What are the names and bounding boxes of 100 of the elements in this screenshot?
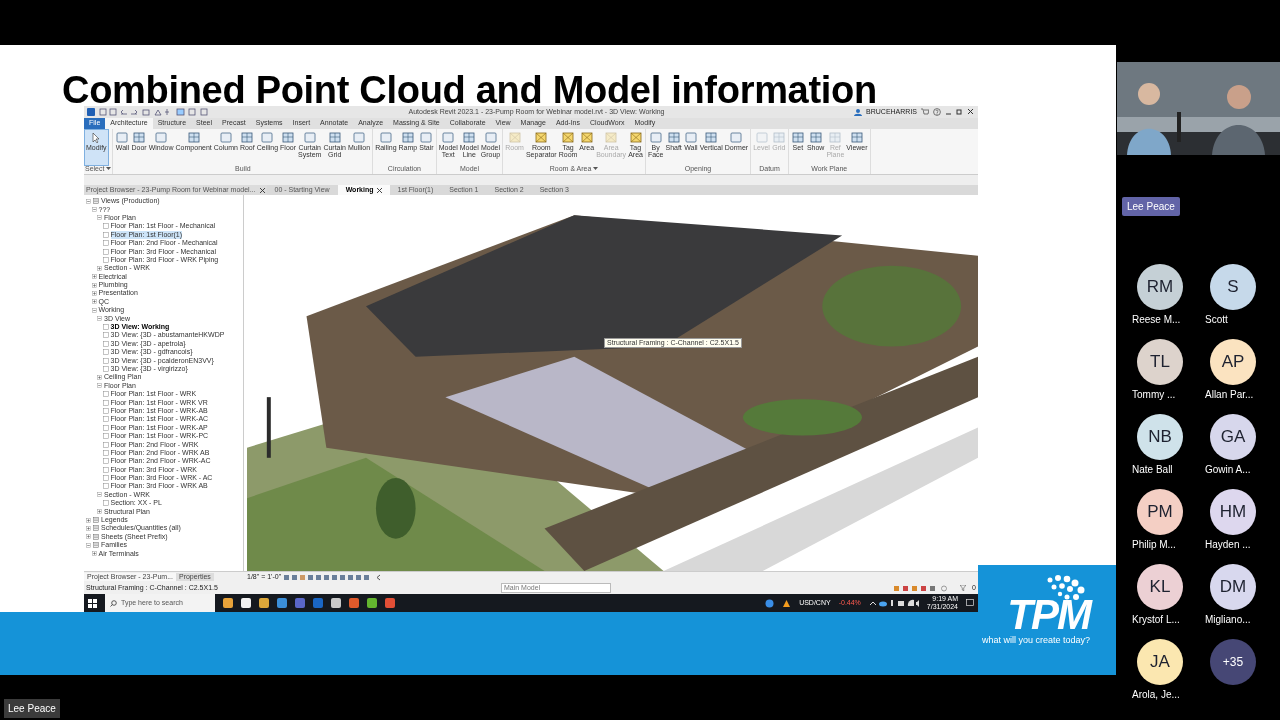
tool-icon	[771, 131, 786, 144]
tool-icon	[154, 131, 169, 144]
collapse-icon[interactable]	[91, 307, 97, 313]
expand-icon[interactable]	[91, 282, 97, 288]
tool-icon	[561, 131, 575, 144]
tool-icon	[579, 131, 594, 144]
expand-icon[interactable]	[91, 299, 97, 305]
slide-title: Combined Point Cloud and Model information	[62, 71, 877, 109]
tool-icon	[828, 131, 843, 144]
help-icon[interactable]	[765, 598, 775, 608]
avatar: DM	[1210, 564, 1256, 610]
avatar: JA	[1137, 639, 1183, 685]
collapse-icon[interactable]	[86, 542, 91, 548]
collapse-icon[interactable]	[91, 207, 97, 213]
tool-icon	[240, 131, 255, 144]
collapse-icon[interactable]	[86, 198, 91, 204]
cart-icon[interactable]	[921, 108, 929, 116]
participant-name: Gowin A...	[1205, 463, 1251, 477]
collapse-icon[interactable]	[97, 383, 102, 389]
avatar: NB	[1137, 414, 1183, 460]
tool-icon	[302, 131, 317, 144]
expand-icon[interactable]	[91, 291, 97, 296]
tool-icon	[628, 131, 643, 144]
expand-icon[interactable]	[86, 525, 91, 531]
folder-icon	[93, 542, 99, 549]
avatar: AP	[1210, 339, 1256, 385]
system-tray-icons-drawing[interactable]	[868, 599, 919, 607]
collapse-icon[interactable]	[97, 492, 102, 498]
speaker-name: Lee Peace	[1122, 197, 1180, 216]
folder-icon	[93, 198, 99, 205]
expand-icon[interactable]	[86, 534, 91, 540]
tool-icon	[534, 131, 549, 144]
tool-icon	[729, 131, 744, 144]
presenter-name: Lee Peace	[4, 699, 60, 718]
logo-text: TPM	[1007, 594, 1090, 636]
tool-icon	[186, 131, 201, 144]
logo-tagline: what will you create today?	[981, 634, 1090, 647]
tool-icon	[683, 131, 698, 144]
tool-icon	[790, 131, 805, 144]
participant-name: Scott	[1205, 313, 1228, 327]
window-controls-drawing[interactable]	[945, 108, 975, 116]
windows-icon[interactable]	[88, 598, 97, 608]
avatar: S	[1210, 264, 1256, 310]
caret-icon[interactable]	[593, 166, 599, 171]
collapse-icon[interactable]	[97, 316, 102, 322]
tool-icon	[400, 131, 415, 144]
view-icon	[102, 500, 109, 507]
tool-icon	[507, 131, 522, 144]
participant-name: Hayden ...	[1205, 538, 1251, 552]
participant-name: Krystof L...	[1132, 613, 1180, 627]
tool-icon	[378, 131, 393, 144]
participant-name: Allan Par...	[1205, 388, 1254, 402]
close-icon[interactable]	[376, 187, 382, 193]
avatar: KL	[1137, 564, 1183, 610]
close-icon[interactable]	[259, 187, 265, 193]
collapse-icon[interactable]	[97, 215, 102, 221]
expand-icon[interactable]	[91, 551, 97, 557]
tool-icon	[352, 131, 367, 144]
tool-icon	[132, 131, 147, 144]
tool-icon	[441, 131, 456, 144]
expand-icon[interactable]	[97, 265, 102, 271]
participant-name: Reese M...	[1132, 313, 1181, 327]
expand-icon[interactable]	[91, 274, 97, 280]
tool-icon	[808, 131, 823, 144]
expand-icon[interactable]	[97, 374, 102, 380]
participant-name: Arola, Je...	[1132, 688, 1180, 702]
participant-name: Tommy ...	[1132, 388, 1176, 402]
avatar: PM	[1137, 489, 1183, 535]
tool-icon	[260, 131, 275, 144]
participant-name: Migliano...	[1205, 613, 1251, 627]
tool-icon	[462, 131, 477, 144]
participant-name: Philip M...	[1132, 538, 1176, 552]
tool-icon	[327, 131, 342, 144]
tool-icon	[281, 131, 296, 144]
ticker-icon	[782, 598, 792, 608]
notification-icon[interactable]	[966, 599, 974, 607]
filter-icon[interactable]	[960, 585, 967, 591]
expand-icon[interactable]	[86, 517, 91, 523]
search-icon	[110, 599, 117, 607]
tool-icon	[666, 131, 681, 144]
tool-icon	[849, 131, 864, 144]
tool-icon	[754, 131, 769, 144]
more-participants-button[interactable]: +35	[1210, 639, 1256, 685]
app-logo-icon[interactable]	[87, 108, 95, 116]
user-icon[interactable]	[854, 108, 863, 116]
tool-icon	[483, 131, 498, 144]
avatar: RM	[1137, 264, 1183, 310]
tool-icon	[419, 131, 434, 144]
tool-icon	[218, 131, 233, 144]
avatar: HM	[1210, 489, 1256, 535]
avatar: GA	[1210, 414, 1256, 460]
tool-icon	[115, 131, 130, 144]
tool-icon	[704, 131, 719, 144]
expand-icon[interactable]	[97, 509, 102, 515]
help-icon[interactable]	[933, 108, 941, 116]
tool-icon	[648, 131, 663, 144]
participant-name: Nate Ball	[1132, 463, 1173, 477]
tool-icon	[604, 131, 619, 144]
avatar: TL	[1137, 339, 1183, 385]
caret-icon[interactable]	[106, 166, 112, 171]
